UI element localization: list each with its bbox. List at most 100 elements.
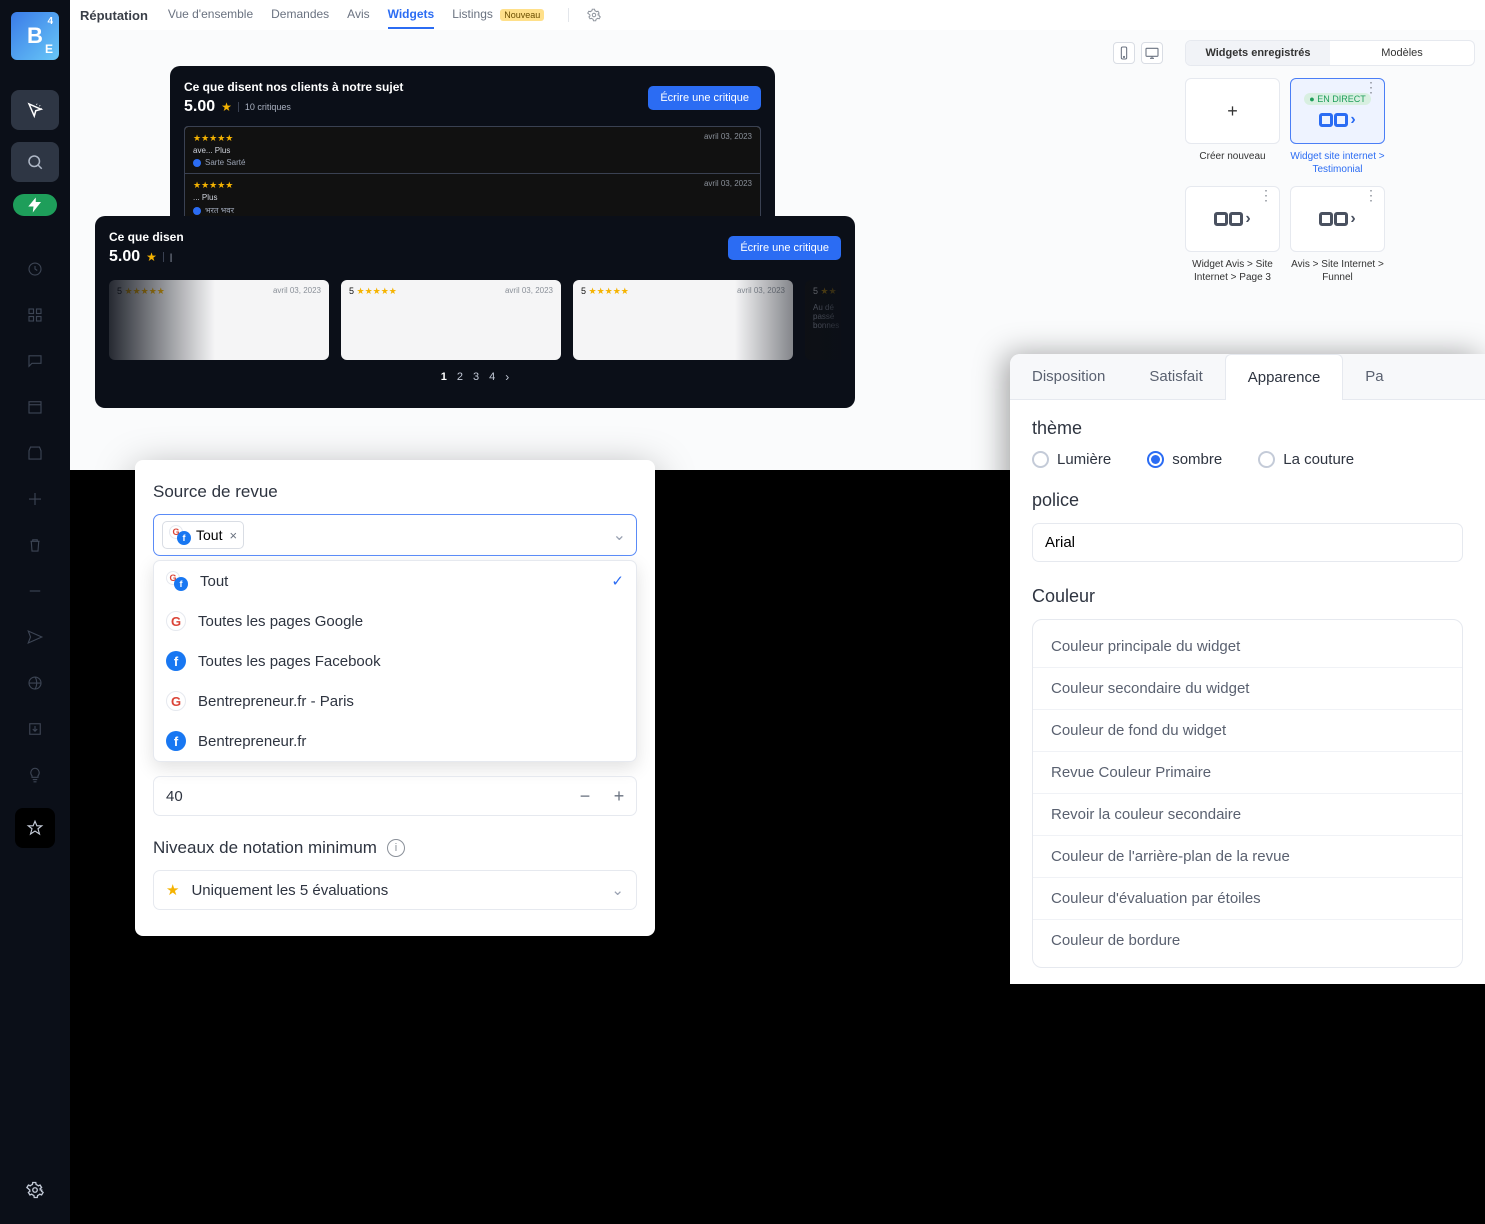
star-icon: ★★★★★: [357, 286, 397, 296]
rating-select[interactable]: ★ Uniquement les 5 évaluations ⌄: [153, 870, 637, 910]
option-all[interactable]: Gf Tout ✓: [154, 561, 636, 601]
google-facebook-icon: Gf: [169, 525, 191, 545]
option-google-paris[interactable]: G Bentrepreneur.fr - Paris: [154, 681, 636, 721]
page-3[interactable]: 3: [473, 371, 479, 383]
color-row[interactable]: Couleur secondaire du widget: [1033, 667, 1462, 709]
option-facebook-bentr[interactable]: f Bentrepreneur.fr: [154, 721, 636, 761]
tab-reviews[interactable]: Avis: [347, 1, 369, 29]
tab-widgets[interactable]: Widgets: [388, 1, 435, 29]
app-logo: B 4 E: [11, 12, 59, 60]
radio-light[interactable]: Lumière: [1032, 451, 1111, 468]
option-label: Tout: [200, 573, 228, 590]
more-icon[interactable]: ⋮: [1364, 83, 1378, 91]
facebook-icon: f: [166, 651, 186, 671]
review-text: ave... Plus: [193, 146, 752, 155]
nav-dashboard-icon[interactable]: [26, 260, 44, 278]
review-stars: ★★★★★: [193, 180, 752, 191]
decrement-button[interactable]: −: [568, 777, 602, 815]
color-row[interactable]: Couleur de fond du widget: [1033, 709, 1462, 751]
nav-bolt-icon[interactable]: [13, 194, 57, 216]
source-chip[interactable]: Gf Tout ×: [162, 521, 244, 549]
nav-trash-icon[interactable]: [26, 536, 44, 554]
tab-requests[interactable]: Demandes: [271, 1, 329, 29]
tab-appearance[interactable]: Apparence: [1225, 354, 1344, 400]
nav-grid-icon[interactable]: [26, 306, 44, 324]
widget-card-testimonial[interactable]: ⋮ ● EN DIRECT › Widget site internet > T…: [1290, 78, 1385, 176]
widget-title: Ce que disen: [109, 230, 184, 244]
page-4[interactable]: 4: [489, 371, 495, 383]
appearance-tabs: Disposition Satisfait Apparence Pa: [1010, 354, 1485, 400]
widget-card-create[interactable]: + Créer nouveau: [1185, 78, 1280, 176]
nav-send-icon[interactable]: [26, 628, 44, 646]
nav-sparkle-icon[interactable]: [26, 490, 44, 508]
nav-search-icon[interactable]: [11, 142, 59, 182]
rating-score: 5.00: [109, 248, 140, 266]
nav-store-icon[interactable]: [26, 444, 44, 462]
option-facebook-all[interactable]: f Toutes les pages Facebook: [154, 641, 636, 681]
option-label: Bentrepreneur.fr - Paris: [198, 693, 354, 710]
nav-download-icon[interactable]: [26, 720, 44, 738]
card-date: avril 03, 2023: [737, 286, 785, 295]
plus-icon: +: [1227, 101, 1238, 122]
radio-dark[interactable]: sombre: [1147, 451, 1222, 468]
write-review-button[interactable]: Écrire une critique: [648, 86, 761, 110]
nav-globe-icon[interactable]: [26, 674, 44, 692]
tab-registered-widgets[interactable]: Widgets enregistrés: [1186, 41, 1330, 65]
info-icon[interactable]: i: [387, 839, 405, 857]
card-text: Au dé passé bonnes: [813, 303, 841, 330]
color-row[interactable]: Couleur de l'arrière-plan de la revue: [1033, 835, 1462, 877]
nav-chat-icon[interactable]: [26, 352, 44, 370]
mobile-preview-icon[interactable]: [1113, 42, 1135, 64]
widget-card-page3[interactable]: ⋮ › Widget Avis > Site Internet > Page 3: [1185, 186, 1280, 284]
nav-minus-icon[interactable]: [26, 582, 44, 600]
source-icon: [193, 207, 201, 215]
color-row[interactable]: Revoir la couleur secondaire: [1033, 793, 1462, 835]
next-page-icon[interactable]: ›: [505, 370, 509, 384]
widget-card-funnel[interactable]: ⋮ › Avis > Site Internet > Funnel: [1290, 186, 1385, 284]
card-rating: 5: [813, 286, 818, 296]
nav-settings-icon[interactable]: [26, 1181, 44, 1204]
page-2[interactable]: 2: [457, 371, 463, 383]
desktop-preview-icon[interactable]: [1141, 42, 1163, 64]
tab-overview[interactable]: Vue d'ensemble: [168, 1, 253, 29]
review-stars: ★★★★★: [193, 133, 752, 144]
tab-layout[interactable]: Disposition: [1010, 354, 1127, 399]
card-date: avril 03, 2023: [505, 286, 553, 295]
nav-calendar-icon[interactable]: [26, 398, 44, 416]
max-reviews-input[interactable]: [154, 778, 568, 815]
theme-radios: Lumière sombre La couture: [1032, 451, 1463, 468]
nav-star-icon[interactable]: [15, 808, 55, 848]
tab-more[interactable]: Pa: [1343, 354, 1405, 399]
color-row[interactable]: Couleur principale du widget: [1033, 626, 1462, 667]
badge-new: Nouveau: [500, 9, 544, 21]
color-row[interactable]: Couleur de bordure: [1033, 919, 1462, 961]
nav-cursor-icon[interactable]: [11, 90, 59, 130]
divider: |: [163, 252, 172, 262]
color-row[interactable]: Revue Couleur Primaire: [1033, 751, 1462, 793]
radio-label: La couture: [1283, 451, 1354, 468]
chevron-down-icon[interactable]: ⌄: [613, 525, 626, 545]
review-date: avril 03, 2023: [704, 132, 752, 141]
remove-chip-icon[interactable]: ×: [229, 528, 237, 543]
option-google-all[interactable]: G Toutes les pages Google: [154, 601, 636, 641]
page-1[interactable]: 1: [441, 371, 447, 383]
radio-custom[interactable]: La couture: [1258, 451, 1354, 468]
tab-templates[interactable]: Modèles: [1330, 41, 1474, 65]
write-review-button[interactable]: Écrire une critique: [728, 236, 841, 260]
increment-button[interactable]: +: [602, 777, 636, 815]
tab-content[interactable]: Satisfait: [1127, 354, 1224, 399]
more-icon[interactable]: ⋮: [1259, 191, 1273, 199]
radio-label: Lumière: [1057, 451, 1111, 468]
widget-type-icon: ›: [1319, 111, 1355, 129]
review-author: Sarte Sarté: [205, 158, 245, 167]
widget-sidebar-tabs: Widgets enregistrés Modèles: [1185, 40, 1475, 66]
tab-listings[interactable]: Listings Nouveau: [452, 1, 544, 29]
font-input[interactable]: [1032, 523, 1463, 562]
color-row[interactable]: Couleur d'évaluation par étoiles: [1033, 877, 1462, 919]
source-input[interactable]: [250, 527, 628, 543]
source-combobox[interactable]: Gf Tout × ⌄: [153, 514, 637, 556]
topbar-settings-icon[interactable]: [568, 8, 601, 22]
more-icon[interactable]: ⋮: [1364, 191, 1378, 199]
nav-bulb-icon[interactable]: [26, 766, 44, 784]
star-icon: ★★: [821, 286, 837, 296]
